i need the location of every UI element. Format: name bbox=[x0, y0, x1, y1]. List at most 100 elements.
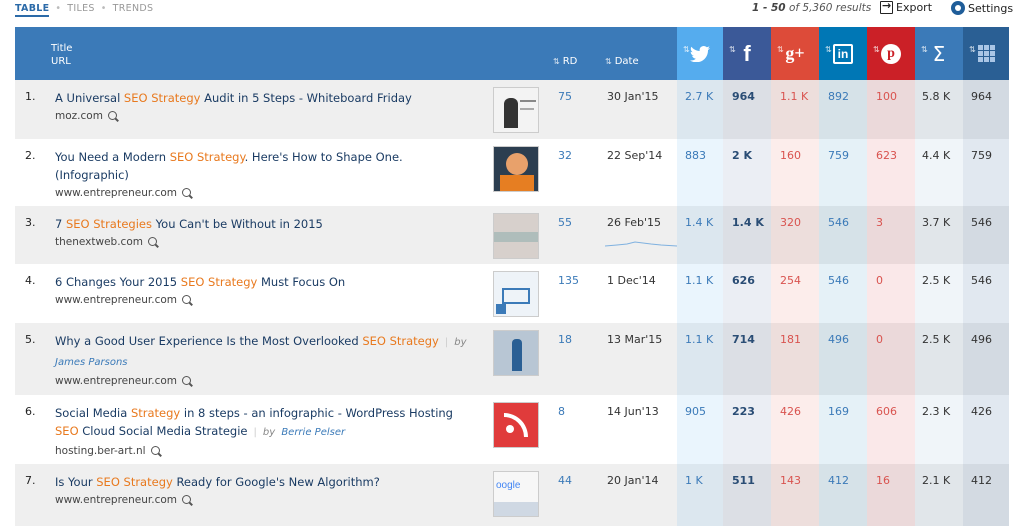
search-icon[interactable] bbox=[182, 188, 192, 197]
view-tiles-tab[interactable]: TILES bbox=[67, 3, 94, 14]
result-thumbnail[interactable] bbox=[493, 402, 539, 448]
title-column-header[interactable]: Title bbox=[51, 43, 72, 54]
result-thumbnail[interactable] bbox=[493, 87, 539, 133]
search-icon[interactable] bbox=[182, 376, 192, 385]
twitter-column-header[interactable]: ⇅ bbox=[677, 27, 723, 80]
cell-total[interactable]: 3.7 K bbox=[922, 216, 950, 229]
cell-last[interactable]: 546 bbox=[971, 216, 992, 229]
view-trends-tab[interactable]: TRENDS bbox=[113, 3, 154, 14]
cell-pi[interactable]: 3 bbox=[876, 216, 883, 229]
search-icon[interactable] bbox=[182, 295, 192, 304]
result-title[interactable]: You Need a Modern SEO Strategy. Here's H… bbox=[55, 148, 475, 202]
cell-gp[interactable]: 254 bbox=[780, 274, 801, 287]
url-column-header[interactable]: URL bbox=[51, 56, 71, 67]
cell-fb[interactable]: 511 bbox=[732, 474, 755, 487]
cell-last[interactable]: 412 bbox=[971, 474, 992, 487]
cell-last[interactable]: 759 bbox=[971, 149, 992, 162]
cell-li[interactable]: 496 bbox=[828, 333, 849, 346]
cell-tw[interactable]: 883 bbox=[685, 149, 706, 162]
cell-fb[interactable]: 223 bbox=[732, 405, 755, 418]
cell-rd[interactable]: 32 bbox=[558, 149, 572, 162]
result-thumbnail[interactable] bbox=[493, 213, 539, 259]
result-domain[interactable]: moz.com bbox=[55, 110, 103, 122]
cell-last[interactable]: 426 bbox=[971, 405, 992, 418]
cell-pi[interactable]: 606 bbox=[876, 405, 897, 418]
result-thumbnail[interactable]: oogle bbox=[493, 471, 539, 517]
cell-last[interactable]: 546 bbox=[971, 274, 992, 287]
cell-li[interactable]: 759 bbox=[828, 149, 849, 162]
table-row[interactable]: 3. 7 SEO Strategies You Can't be Without … bbox=[15, 206, 1009, 264]
result-title[interactable]: 6 Changes Your 2015 SEO Strategy Must Fo… bbox=[55, 273, 475, 309]
cell-rd[interactable]: 18 bbox=[558, 333, 572, 346]
cell-gp[interactable]: 181 bbox=[780, 333, 801, 346]
cell-tw[interactable]: 1.4 K bbox=[685, 216, 713, 229]
view-table-tab[interactable]: TABLE bbox=[15, 3, 50, 17]
linkedin-column-header[interactable]: ⇅ in bbox=[819, 27, 867, 80]
table-row[interactable]: 5. Why a Good User Experience Is the Most… bbox=[15, 323, 1009, 395]
cell-li[interactable]: 169 bbox=[828, 405, 849, 418]
cell-total[interactable]: 2.5 K bbox=[922, 274, 950, 287]
cell-gp[interactable]: 426 bbox=[780, 405, 801, 418]
result-title[interactable]: 7 SEO Strategies You Can't be Without in… bbox=[55, 215, 475, 251]
cell-total[interactable]: 5.8 K bbox=[922, 90, 950, 103]
cell-gp[interactable]: 320 bbox=[780, 216, 801, 229]
search-icon[interactable] bbox=[107, 111, 117, 120]
cell-tw[interactable]: 1 K bbox=[685, 474, 703, 487]
search-icon[interactable] bbox=[150, 446, 160, 455]
cell-tw[interactable]: 1.1 K bbox=[685, 333, 713, 346]
date-column-header[interactable]: ⇅ Date bbox=[605, 56, 639, 67]
result-title[interactable]: A Universal SEO Strategy Audit in 5 Step… bbox=[55, 89, 475, 125]
cell-li[interactable]: 892 bbox=[828, 90, 849, 103]
cell-pi[interactable]: 0 bbox=[876, 333, 883, 346]
result-title[interactable]: Why a Good User Experience Is the Most O… bbox=[55, 332, 475, 390]
facebook-column-header[interactable]: ⇅ f bbox=[723, 27, 771, 80]
cell-rd[interactable]: 8 bbox=[558, 405, 565, 418]
cell-total[interactable]: 2.1 K bbox=[922, 474, 950, 487]
rd-column-header[interactable]: ⇅ RD bbox=[553, 56, 577, 67]
search-icon[interactable] bbox=[147, 237, 157, 246]
cell-rd[interactable]: 44 bbox=[558, 474, 572, 487]
search-icon[interactable] bbox=[182, 495, 192, 504]
cell-li[interactable]: 412 bbox=[828, 474, 849, 487]
result-thumbnail[interactable] bbox=[493, 330, 539, 376]
result-domain[interactable]: hosting.ber-art.nl bbox=[55, 445, 146, 457]
cell-fb[interactable]: 714 bbox=[732, 333, 755, 346]
cell-tw[interactable]: 1.1 K bbox=[685, 274, 713, 287]
result-thumbnail[interactable] bbox=[493, 146, 539, 192]
cell-pi[interactable]: 16 bbox=[876, 474, 890, 487]
table-row[interactable]: 2. You Need a Modern SEO Strategy. Here's… bbox=[15, 139, 1009, 206]
result-title[interactable]: Is Your SEO Strategy Ready for Google's … bbox=[55, 473, 475, 509]
cell-tw[interactable]: 905 bbox=[685, 405, 706, 418]
cell-rd[interactable]: 55 bbox=[558, 216, 572, 229]
pinterest-column-header[interactable]: ⇅ p bbox=[867, 27, 915, 80]
cell-total[interactable]: 4.4 K bbox=[922, 149, 950, 162]
cell-fb[interactable]: 2 K bbox=[732, 149, 752, 162]
settings-button[interactable]: Settings bbox=[951, 1, 1013, 15]
cell-last[interactable]: 964 bbox=[971, 90, 992, 103]
cell-total[interactable]: 2.5 K bbox=[922, 333, 950, 346]
cell-li[interactable]: 546 bbox=[828, 216, 849, 229]
cell-tw[interactable]: 2.7 K bbox=[685, 90, 713, 103]
cell-gp[interactable]: 143 bbox=[780, 474, 801, 487]
cell-last[interactable]: 496 bbox=[971, 333, 992, 346]
cell-rd[interactable]: 75 bbox=[558, 90, 572, 103]
table-row[interactable]: 6. Social Media Strategy in 8 steps - an … bbox=[15, 395, 1009, 464]
grid-column-header[interactable]: ⇅ bbox=[963, 27, 1009, 80]
cell-rd[interactable]: 135 bbox=[558, 274, 579, 287]
cell-li[interactable]: 546 bbox=[828, 274, 849, 287]
cell-pi[interactable]: 100 bbox=[876, 90, 897, 103]
cell-fb[interactable]: 626 bbox=[732, 274, 755, 287]
cell-total[interactable]: 2.3 K bbox=[922, 405, 950, 418]
googleplus-column-header[interactable]: ⇅ g+ bbox=[771, 27, 819, 80]
result-domain[interactable]: www.entrepreneur.com bbox=[55, 494, 177, 506]
cell-gp[interactable]: 160 bbox=[780, 149, 801, 162]
author-name[interactable]: Berrie Pelser bbox=[281, 427, 345, 438]
result-title[interactable]: Social Media Strategy in 8 steps - an in… bbox=[55, 404, 475, 460]
result-domain[interactable]: www.entrepreneur.com bbox=[55, 294, 177, 306]
cell-fb[interactable]: 1.4 K bbox=[732, 216, 764, 229]
export-button[interactable]: Export bbox=[880, 0, 932, 14]
cell-pi[interactable]: 0 bbox=[876, 274, 883, 287]
cell-fb[interactable]: 964 bbox=[732, 90, 755, 103]
result-domain[interactable]: thenextweb.com bbox=[55, 236, 143, 248]
cell-pi[interactable]: 623 bbox=[876, 149, 897, 162]
